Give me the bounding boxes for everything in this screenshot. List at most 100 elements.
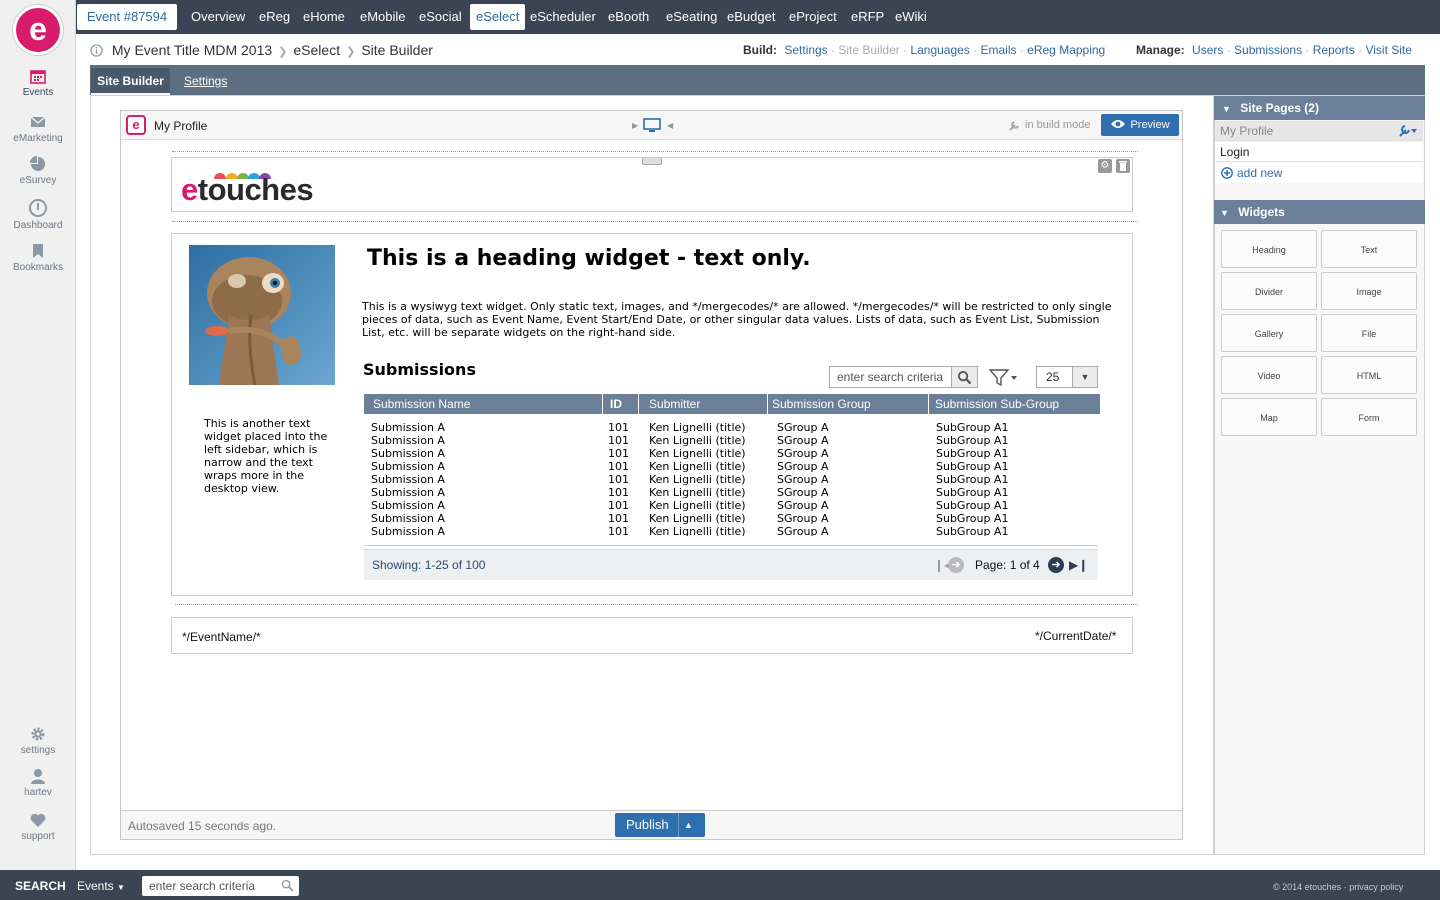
- caret-up-icon[interactable]: ▲: [684, 813, 693, 837]
- table-row[interactable]: Submission A 101 Ken Lignelli (title) SGrou…: [364, 421, 1100, 434]
- nav-erfp[interactable]: eRFP: [845, 4, 890, 30]
- table-row[interactable]: Submission A 101 Ken Lignelli (title) SGrou…: [364, 525, 1100, 536]
- widget-text[interactable]: Text: [1321, 230, 1417, 268]
- table-cell: Ken Lignelli (title): [649, 447, 746, 460]
- rail-item-esurvey[interactable]: eSurvey: [0, 156, 76, 186]
- nav-ereg[interactable]: eReg: [253, 4, 296, 30]
- rail-item-events[interactable]: Events: [0, 68, 76, 98]
- nav-emobile[interactable]: eMobile: [354, 4, 412, 30]
- widget-divider[interactable]: Divider: [1221, 272, 1317, 310]
- search-button[interactable]: [951, 366, 978, 388]
- column-header[interactable]: Submitter: [649, 397, 700, 411]
- widget-html[interactable]: HTML: [1321, 356, 1417, 394]
- nav-escheduler[interactable]: eScheduler: [524, 4, 602, 30]
- nav-eselect[interactable]: eSelect: [470, 4, 526, 30]
- rail-item-user[interactable]: hartev: [0, 768, 76, 798]
- nav-overview[interactable]: Overview: [185, 4, 251, 30]
- widget-heading[interactable]: Heading: [1221, 230, 1317, 268]
- breadcrumb-module[interactable]: eSelect: [293, 42, 340, 58]
- widget-map[interactable]: Map: [1221, 398, 1317, 436]
- text-widget[interactable]: This is a wysiwyg text widget. Only stat…: [362, 300, 1122, 339]
- info-icon[interactable]: [90, 44, 103, 57]
- widget-file[interactable]: File: [1321, 314, 1417, 352]
- privacy-policy-link[interactable]: privacy policy: [1349, 882, 1403, 892]
- site-page-item-login[interactable]: Login: [1215, 142, 1423, 162]
- footer-widget[interactable]: [171, 617, 1133, 654]
- gear-icon[interactable]: ⚙: [1098, 159, 1112, 173]
- header-widget[interactable]: [171, 157, 1133, 212]
- user-icon: [31, 769, 45, 784]
- table-row[interactable]: Submission A 101 Ken Lignelli (title) SGrou…: [364, 473, 1100, 486]
- submissions-search-input[interactable]: enter search criteria: [829, 366, 952, 388]
- sidebar-text-widget[interactable]: This is another text widget placed into …: [204, 417, 329, 495]
- previous-page-icon[interactable]: ➜: [948, 557, 964, 573]
- wrench-icon[interactable]: [1398, 125, 1418, 137]
- copyright-text: © 2014 etouches: [1273, 882, 1342, 892]
- heading-widget[interactable]: This is a heading widget - text only.: [367, 246, 811, 271]
- filter-icon[interactable]: [989, 369, 1019, 386]
- event-tab[interactable]: Event #87594: [77, 4, 177, 30]
- nav-ebooth[interactable]: eBooth: [602, 4, 655, 30]
- table-cell: Ken Lignelli (title): [649, 473, 746, 486]
- next-page-icon[interactable]: ➜: [1048, 557, 1064, 573]
- global-search-input[interactable]: enter search criteria: [142, 876, 299, 896]
- etouches-logo[interactable]: e: [13, 5, 63, 55]
- column-header[interactable]: Submission Name: [373, 397, 470, 411]
- column-header[interactable]: Submission Group: [772, 397, 871, 411]
- site-page-item-my-profile[interactable]: My Profile: [1215, 121, 1423, 141]
- table-row[interactable]: Submission A 101 Ken Lignelli (title) SGrou…: [364, 512, 1100, 525]
- rail-label: eMarketing: [13, 133, 63, 144]
- trash-icon[interactable]: [1116, 159, 1130, 173]
- publish-button[interactable]: Publish ▲: [615, 813, 705, 837]
- manage-link-users[interactable]: Users: [1192, 43, 1223, 57]
- nav-ewiki[interactable]: eWiki: [889, 4, 933, 30]
- table-row[interactable]: Submission A 101 Ken Lignelli (title) SGrou…: [364, 447, 1100, 460]
- rail-item-bookmarks[interactable]: Bookmarks: [0, 243, 76, 273]
- et-image-widget[interactable]: [189, 245, 335, 385]
- nav-ehome[interactable]: eHome: [297, 4, 351, 30]
- nav-ebudget[interactable]: eBudget: [721, 4, 781, 30]
- build-link-ereg-mapping[interactable]: eReg Mapping: [1027, 43, 1105, 57]
- nav-esocial[interactable]: eSocial: [413, 4, 468, 30]
- add-new-page[interactable]: add new: [1215, 163, 1423, 183]
- manage-link-submissions[interactable]: Submissions: [1234, 43, 1302, 57]
- build-link-languages[interactable]: Languages: [910, 43, 969, 57]
- table-row[interactable]: Submission A 101 Ken Lignelli (title) SGrou…: [364, 460, 1100, 473]
- rail-item-support[interactable]: support: [0, 812, 76, 842]
- brand-text: touches: [197, 172, 314, 207]
- widgets-title: Widgets: [1238, 205, 1285, 219]
- site-pages-header[interactable]: ▼ Site Pages (2): [1214, 96, 1425, 120]
- table-cell: Ken Lignelli (title): [649, 421, 746, 434]
- nav-eproject[interactable]: eProject: [783, 4, 843, 30]
- last-page-icon[interactable]: ▶❙: [1069, 558, 1088, 572]
- tab-site-builder[interactable]: Site Builder: [91, 68, 170, 95]
- rail-item-dashboard[interactable]: Dashboard: [0, 199, 76, 231]
- widget-video[interactable]: Video: [1221, 356, 1317, 394]
- nav-eseating[interactable]: eSeating: [660, 4, 723, 30]
- widget-form[interactable]: Form: [1321, 398, 1417, 436]
- table-row[interactable]: Submission A 101 Ken Lignelli (title) SGrou…: [364, 434, 1100, 447]
- build-link-emails[interactable]: Emails: [980, 43, 1016, 57]
- table-cell: 101: [608, 447, 629, 460]
- manage-link-reports[interactable]: Reports: [1313, 43, 1355, 57]
- column-header[interactable]: Submission Sub-Group: [935, 397, 1059, 411]
- manage-link-visit-site[interactable]: Visit Site: [1365, 43, 1411, 57]
- preview-button[interactable]: Preview: [1101, 114, 1179, 136]
- tab-settings[interactable]: Settings: [184, 68, 227, 95]
- table-cell: Ken Lignelli (title): [649, 525, 746, 536]
- rail-item-settings[interactable]: settings: [0, 726, 76, 756]
- breadcrumb-event-title[interactable]: My Event Title MDM 2013: [112, 42, 272, 58]
- widget-gallery[interactable]: Gallery: [1221, 314, 1317, 352]
- rail-item-emarketing[interactable]: eMarketing: [0, 114, 76, 144]
- search-icon[interactable]: [281, 879, 294, 892]
- page-size-select[interactable]: 25 ▼: [1036, 366, 1098, 388]
- table-row[interactable]: Submission A 101 Ken Lignelli (title) SGrou…: [364, 499, 1100, 512]
- desktop-view-icon[interactable]: [643, 118, 661, 133]
- column-header[interactable]: ID: [610, 397, 622, 411]
- search-scope-dropdown[interactable]: Events ▼: [77, 879, 125, 893]
- table-cell: SubGroup A1: [936, 421, 1009, 434]
- widgets-header[interactable]: ▼ Widgets: [1214, 200, 1425, 224]
- build-link-settings[interactable]: Settings: [784, 43, 827, 57]
- widget-image[interactable]: Image: [1321, 272, 1417, 310]
- table-row[interactable]: Submission A 101 Ken Lignelli (title) SGrou…: [364, 486, 1100, 499]
